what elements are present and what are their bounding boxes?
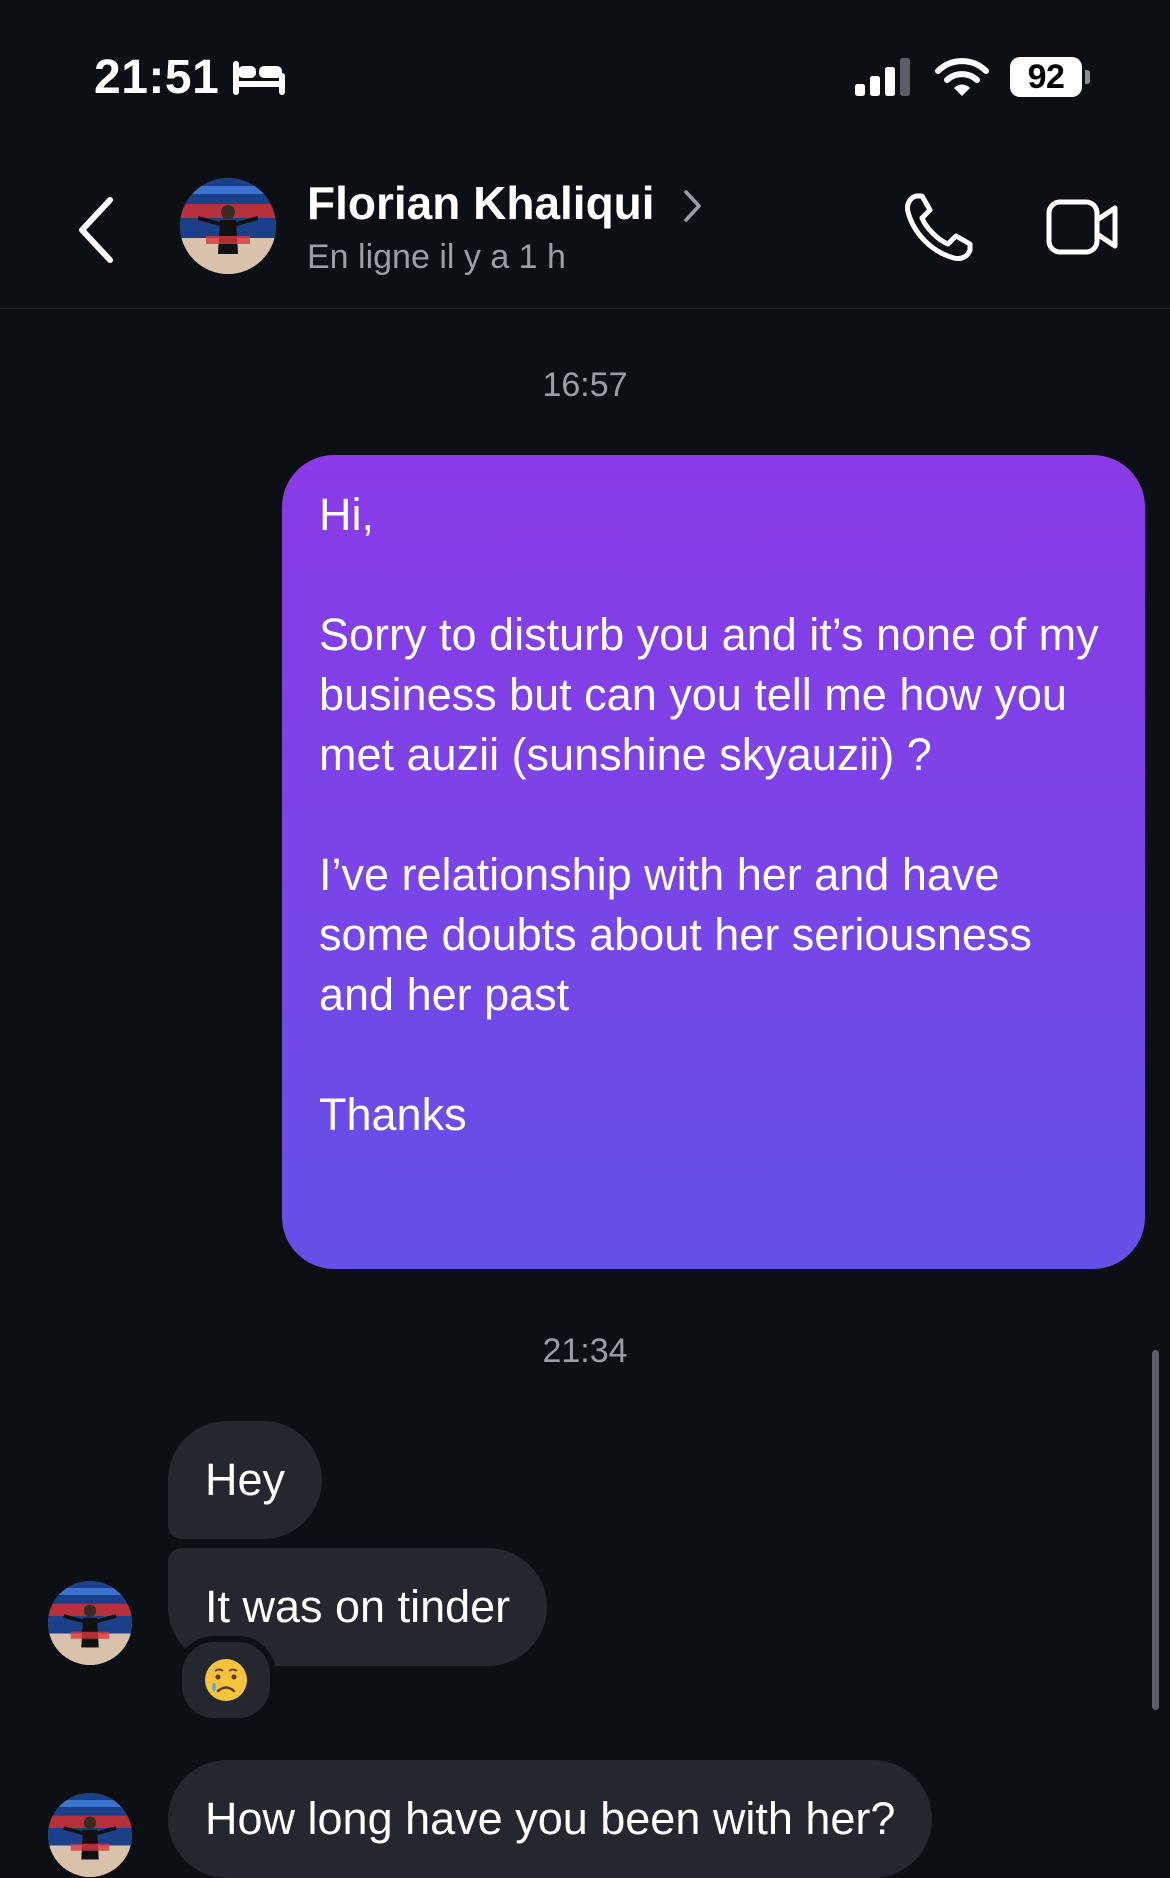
sender-avatar[interactable]	[48, 1793, 132, 1877]
message-text: How long have you been with her?	[205, 1793, 896, 1844]
avatar-image	[48, 1793, 132, 1877]
battery-level: 92	[1010, 57, 1082, 97]
status-bar: 21:51 92	[0, 0, 1170, 150]
message-text: It was on tinder	[205, 1581, 511, 1632]
contact-name[interactable]: Florian Khaliqui	[307, 176, 655, 230]
signal-icon	[855, 58, 910, 96]
bed-icon	[233, 61, 285, 95]
message-timestamp: 21:34	[542, 1332, 628, 1370]
incoming-message[interactable]: Hey	[168, 1421, 323, 1539]
avatar-image	[48, 1581, 132, 1665]
chat-header: Florian Khaliqui En ligne il y a 1 h	[0, 150, 1170, 309]
battery-cap	[1085, 70, 1090, 84]
sender-avatar[interactable]	[48, 1581, 132, 1665]
phone-icon[interactable]	[900, 190, 976, 266]
message-timestamp: 16:57	[542, 366, 628, 404]
chevron-right-icon[interactable]	[682, 186, 704, 226]
back-chevron-icon[interactable]	[70, 190, 120, 270]
video-camera-icon[interactable]	[1045, 194, 1121, 260]
wifi-icon	[935, 58, 989, 96]
message-text: Hey	[205, 1454, 286, 1505]
reaction-badge[interactable]: 😢	[176, 1636, 276, 1724]
incoming-message[interactable]: How long have you been with her?	[168, 1760, 933, 1878]
outgoing-message[interactable]: Hi, Sorry to disturb you and it’s none o…	[282, 455, 1145, 1269]
scrollbar[interactable]	[1152, 1350, 1159, 1710]
contact-status: En ligne il y a 1 h	[307, 238, 566, 276]
status-time: 21:51	[94, 51, 220, 104]
battery-icon: 92	[1010, 57, 1090, 97]
contact-avatar[interactable]	[180, 178, 276, 274]
avatar-image	[180, 178, 276, 274]
crying-face-icon	[205, 1659, 247, 1701]
